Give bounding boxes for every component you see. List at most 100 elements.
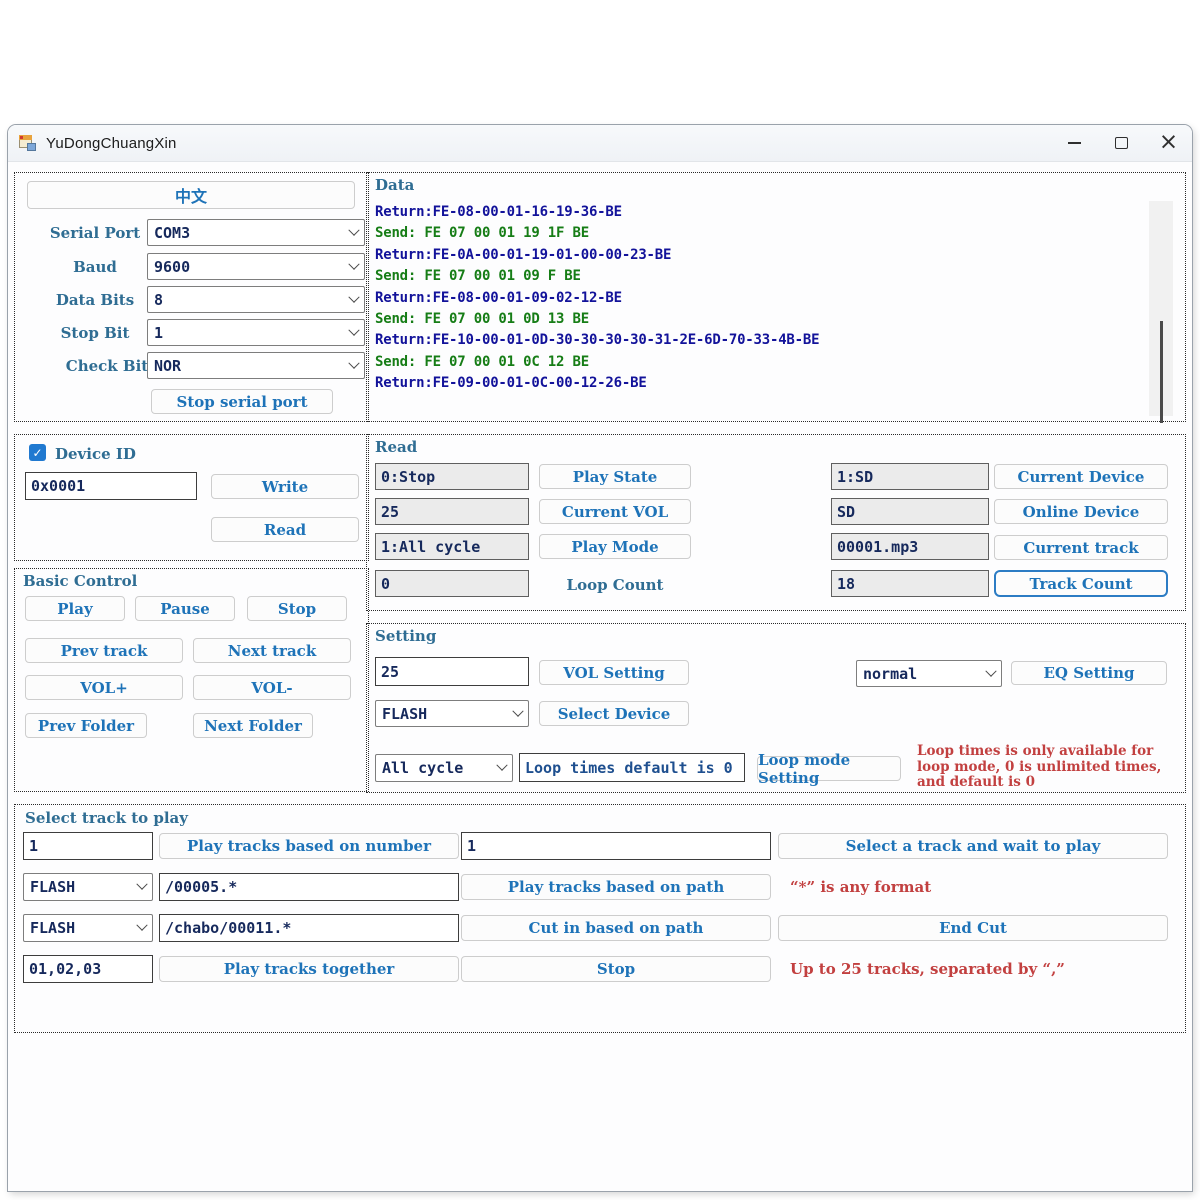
window-title: YuDongChuangXin xyxy=(46,135,177,152)
window-controls: × xyxy=(1051,125,1192,161)
vol-setting-button[interactable]: VOL Setting xyxy=(539,660,689,685)
select-track-title: Select track to play xyxy=(25,809,188,827)
play-path-input[interactable]: /00005.* xyxy=(159,873,459,901)
stop-button[interactable]: Stop xyxy=(247,596,347,621)
any-format-note: “*” is any format xyxy=(790,878,931,896)
cut-path-input[interactable]: /chabo/00011.* xyxy=(159,914,459,942)
setting-panel-title: Setting xyxy=(375,627,436,645)
serial-panel: 中文 Serial Port COM3 Baud 9600 Data Bits … xyxy=(14,172,369,422)
pause-button[interactable]: Pause xyxy=(135,596,235,621)
path-device-select[interactable]: FLASH xyxy=(23,873,153,901)
data-bits-value: 8 xyxy=(154,291,163,309)
chevron-down-icon xyxy=(348,224,359,235)
play-button[interactable]: Play xyxy=(25,596,125,621)
baud-select[interactable]: 9600 xyxy=(147,253,365,280)
title-bar: YuDongChuangXin × xyxy=(8,125,1192,162)
basic-control-title: Basic Control xyxy=(23,572,137,590)
read-panel: Read 0:Stop Play State 25 Current VOL 1:… xyxy=(366,434,1186,611)
data-bits-select[interactable]: 8 xyxy=(147,286,365,313)
current-vol-button[interactable]: Current VOL xyxy=(539,499,691,524)
vol-up-button[interactable]: VOL+ xyxy=(25,675,183,700)
screenshot-stage: YuDongChuangXin × 中文 Serial Port COM3 Ba… xyxy=(0,0,1200,1200)
prev-track-button[interactable]: Prev track xyxy=(25,638,183,663)
device-id-input[interactable]: 0x0001 xyxy=(25,472,197,500)
device-id-checkbox[interactable]: ✓ xyxy=(29,444,46,461)
eq-setting-button[interactable]: EQ Setting xyxy=(1011,661,1167,685)
log-line: Return:FE-08-00-01-16-19-36-BE xyxy=(375,202,1145,223)
maximize-icon xyxy=(1115,137,1128,149)
chevron-down-icon xyxy=(136,920,147,931)
serial-port-value: COM3 xyxy=(154,224,190,242)
cut-device-value: FLASH xyxy=(30,919,75,937)
wait-track-input[interactable]: 1 xyxy=(461,832,771,860)
chevron-down-icon xyxy=(512,705,523,716)
serial-port-label: Serial Port xyxy=(35,224,155,242)
chevron-down-icon xyxy=(348,258,359,269)
log-line: Send: FE 07 00 01 19 1F BE xyxy=(375,223,1145,244)
select-and-wait-button[interactable]: Select a track and wait to play xyxy=(778,833,1168,859)
log-line: Send: FE 07 00 01 0C 12 BE xyxy=(375,352,1145,373)
device-id-panel: ✓ Device ID 0x0001 Write Read xyxy=(14,434,369,561)
device-id-read-button[interactable]: Read xyxy=(211,517,359,542)
loop-times-note: Loop times is only available for loop mo… xyxy=(917,744,1167,791)
loop-count-label: Loop Count xyxy=(539,576,691,594)
eq-select[interactable]: normal xyxy=(856,660,1002,687)
data-scrollbar-thumb[interactable] xyxy=(1160,321,1163,423)
close-button[interactable]: × xyxy=(1145,125,1192,161)
log-line: Send: FE 07 00 01 09 F BE xyxy=(375,266,1145,287)
eq-value: normal xyxy=(863,665,917,683)
device-select[interactable]: FLASH xyxy=(375,700,529,727)
tracks-stop-button[interactable]: Stop xyxy=(461,956,771,982)
play-together-button[interactable]: Play tracks together xyxy=(159,956,459,982)
data-scrollbar[interactable] xyxy=(1149,201,1173,416)
chevron-down-icon xyxy=(496,760,507,771)
play-mode-button[interactable]: Play Mode xyxy=(539,534,691,559)
stop-serial-port-button[interactable]: Stop serial port xyxy=(151,389,333,414)
vol-down-button[interactable]: VOL- xyxy=(193,675,351,700)
cut-in-button[interactable]: Cut in based on path xyxy=(461,915,771,941)
play-state-field: 0:Stop xyxy=(375,463,529,490)
select-track-panel: Select track to play 1 Play tracks based… xyxy=(14,804,1186,1033)
online-device-button[interactable]: Online Device xyxy=(994,499,1168,524)
next-track-button[interactable]: Next track xyxy=(193,638,351,663)
stop-bit-label: Stop Bit xyxy=(35,324,155,342)
current-track-button[interactable]: Current track xyxy=(994,535,1168,560)
track-count-field: 18 xyxy=(831,570,989,597)
select-device-button[interactable]: Select Device xyxy=(539,701,689,726)
cut-device-select[interactable]: FLASH xyxy=(23,914,153,942)
track-count-button[interactable]: Track Count xyxy=(994,570,1168,597)
log-line: Return:FE-08-00-01-09-02-12-BE xyxy=(375,288,1145,309)
current-device-button[interactable]: Current Device xyxy=(994,464,1168,489)
loop-times-input[interactable]: Loop times default is 0 xyxy=(519,753,745,782)
loop-mode-setting-button[interactable]: Loop mode Setting xyxy=(757,756,901,781)
maximize-button[interactable] xyxy=(1098,125,1145,161)
stop-bit-select[interactable]: 1 xyxy=(147,319,365,346)
play-by-number-button[interactable]: Play tracks based on number xyxy=(159,833,459,859)
play-state-button[interactable]: Play State xyxy=(539,464,691,489)
serial-port-select[interactable]: COM3 xyxy=(147,219,365,246)
minimize-button[interactable] xyxy=(1051,125,1098,161)
close-icon: × xyxy=(1159,131,1178,154)
chevron-down-icon xyxy=(985,665,996,676)
check-bit-select[interactable]: NOR xyxy=(147,352,365,379)
device-id-write-button[interactable]: Write xyxy=(211,474,359,499)
next-folder-button[interactable]: Next Folder xyxy=(193,713,313,738)
baud-value: 9600 xyxy=(154,258,190,276)
language-toggle-button[interactable]: 中文 xyxy=(27,181,355,209)
read-panel-title: Read xyxy=(375,438,417,456)
track-number-input[interactable]: 1 xyxy=(23,832,153,860)
data-bits-label: Data Bits xyxy=(35,291,155,309)
setting-panel: Setting 25 VOL Setting normal EQ Setting… xyxy=(366,623,1186,793)
end-cut-button[interactable]: End Cut xyxy=(778,915,1168,941)
vol-setting-input[interactable]: 25 xyxy=(375,657,529,686)
minimize-icon xyxy=(1068,142,1081,144)
loop-mode-value: All cycle xyxy=(382,759,463,777)
loop-mode-select[interactable]: All cycle xyxy=(375,754,513,782)
prev-folder-button[interactable]: Prev Folder xyxy=(25,713,147,738)
loop-count-field: 0 xyxy=(375,570,529,597)
app-icon xyxy=(19,135,37,152)
log-line: Return:FE-10-00-01-0D-30-30-30-30-31-2E-… xyxy=(375,330,1145,351)
play-by-path-button[interactable]: Play tracks based on path xyxy=(461,874,771,900)
track-list-input[interactable]: 01,02,03 xyxy=(23,955,153,983)
basic-control-panel: Basic Control Play Pause Stop Prev track… xyxy=(14,568,369,792)
